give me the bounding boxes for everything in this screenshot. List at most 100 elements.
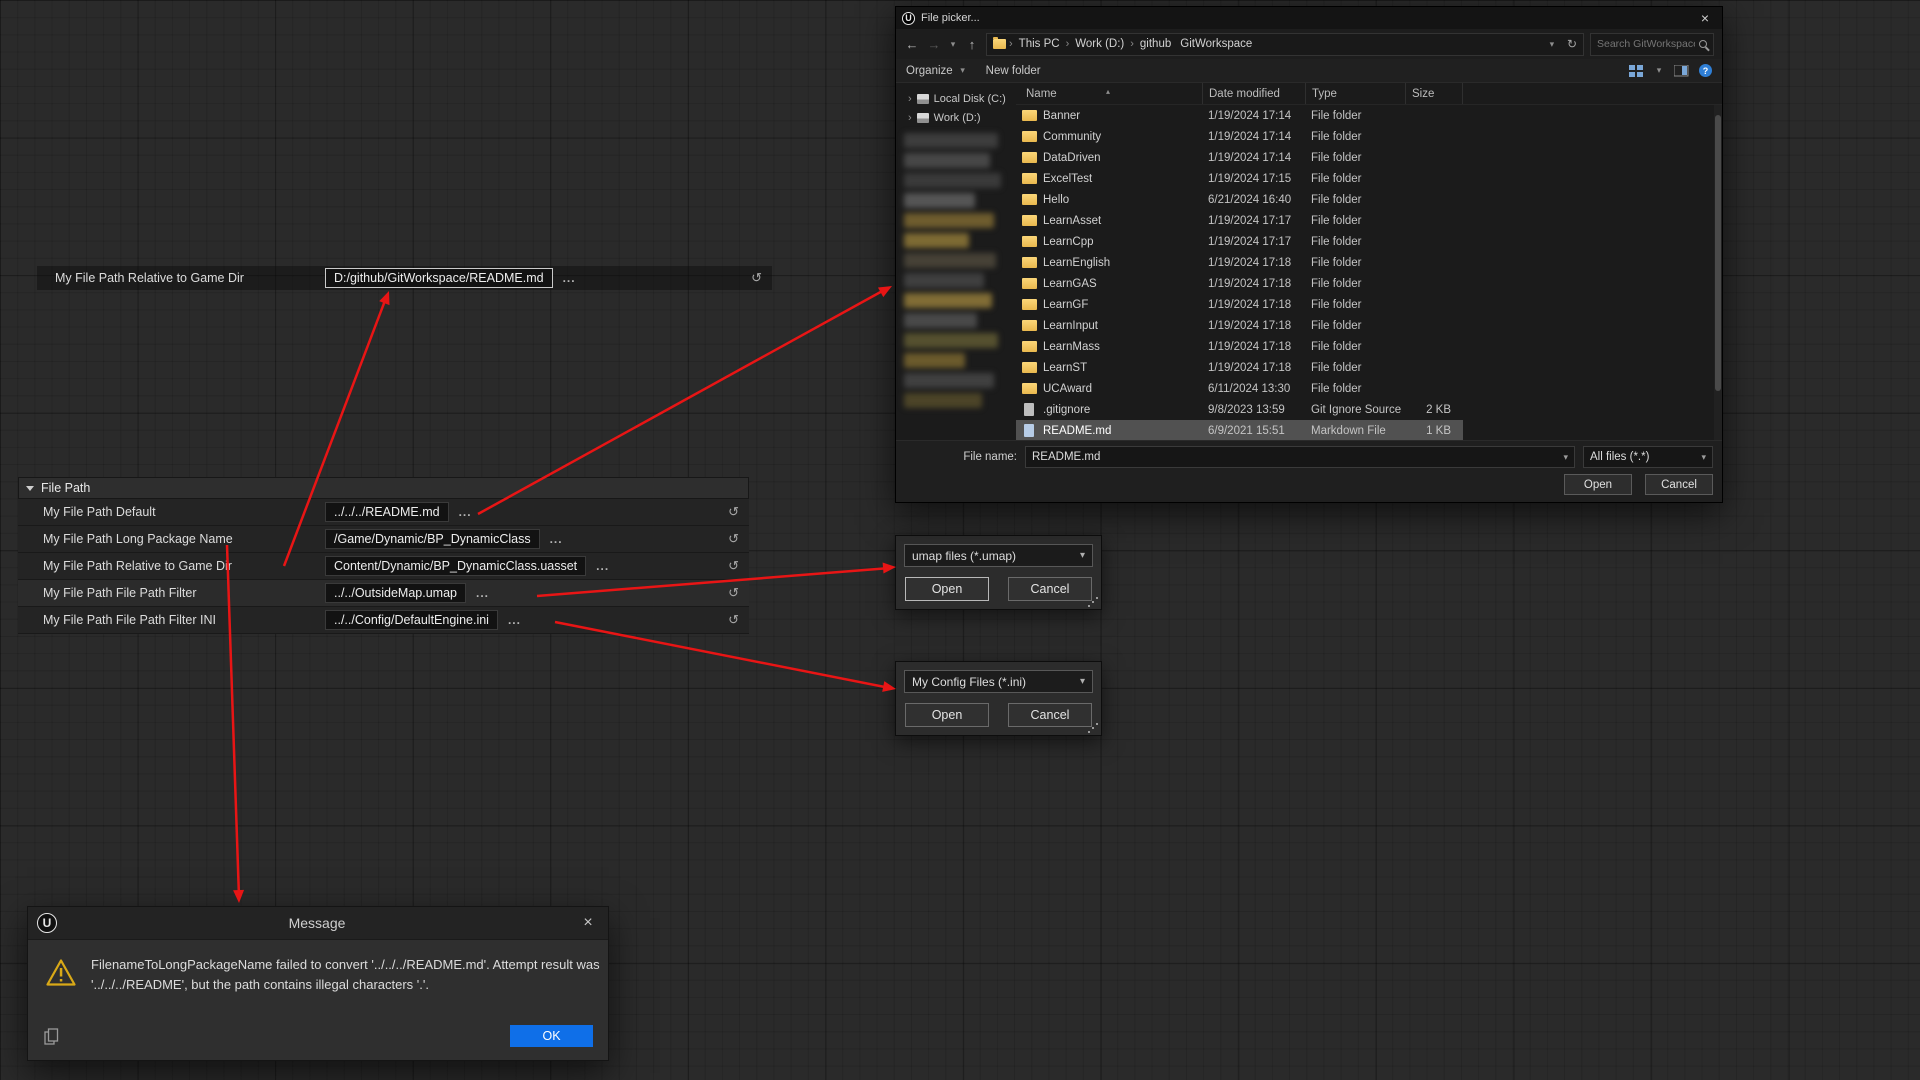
preview-pane-icon[interactable] xyxy=(1674,65,1689,77)
file-row[interactable]: LearnAsset 1/19/2024 17:17 File folder xyxy=(1016,210,1463,231)
breadcrumb-item[interactable]: › GitWorkspace xyxy=(1177,38,1255,50)
file-row[interactable]: LearnGF 1/19/2024 17:18 File folder xyxy=(1016,294,1463,315)
chevron-right-icon: › xyxy=(1130,38,1134,50)
browse-ellipsis-button[interactable]: ... xyxy=(596,559,609,573)
file-type-filter-select[interactable]: My Config Files (*.ini) ▾ xyxy=(904,670,1093,693)
file-row[interactable]: LearnEnglish 1/19/2024 17:18 File folder xyxy=(1016,252,1463,273)
column-header-name[interactable]: Name ▴ xyxy=(1016,88,1202,100)
browse-ellipsis-button[interactable]: ... xyxy=(508,613,521,627)
file-name: LearnCpp xyxy=(1043,236,1094,248)
close-icon[interactable]: × xyxy=(1694,7,1716,29)
file-name-cell: LearnGF xyxy=(1016,299,1202,311)
file-row[interactable]: LearnMass 1/19/2024 17:18 File folder xyxy=(1016,336,1463,357)
selected-filter-label: My Config Files (*.ini) xyxy=(912,675,1026,689)
copy-to-clipboard-icon[interactable] xyxy=(44,1028,59,1045)
property-row: My File Path File Path Filter ../../Outs… xyxy=(18,580,749,607)
browse-ellipsis-button[interactable]: ... xyxy=(476,586,489,600)
help-icon[interactable]: ? xyxy=(1699,64,1712,77)
property-value-input[interactable]: ../../OutsideMap.umap xyxy=(325,583,466,603)
file-row[interactable]: Banner 1/19/2024 17:14 File folder xyxy=(1016,105,1463,126)
type-cell: File folder xyxy=(1305,194,1405,206)
file-row[interactable]: .gitignore 9/8/2023 13:59 Git Ignore Sou… xyxy=(1016,399,1463,420)
search-box[interactable] xyxy=(1590,33,1714,56)
file-type-icon xyxy=(1022,215,1037,226)
property-value-input[interactable]: ../../../README.md xyxy=(325,502,449,522)
file-name-cell: LearnST xyxy=(1016,362,1202,374)
redacted-sidebar-items xyxy=(904,133,1006,408)
column-header-size[interactable]: Size xyxy=(1405,83,1463,104)
file-row[interactable]: LearnST 1/19/2024 17:18 File folder xyxy=(1016,357,1463,378)
open-button[interactable]: Open xyxy=(905,703,989,727)
type-cell: File folder xyxy=(1305,341,1405,353)
unreal-logo-icon: U xyxy=(37,913,57,933)
file-row[interactable]: LearnGAS 1/19/2024 17:18 File folder xyxy=(1016,273,1463,294)
resize-grip[interactable] xyxy=(1088,596,1099,607)
property-value-input[interactable]: /Game/Dynamic/BP_DynamicClass xyxy=(325,529,540,549)
property-value-input[interactable]: ../../Config/DefaultEngine.ini xyxy=(325,610,498,630)
forward-icon[interactable]: → xyxy=(926,37,942,52)
column-header-type[interactable]: Type xyxy=(1305,83,1405,104)
ok-button[interactable]: OK xyxy=(510,1025,593,1047)
reset-to-default-icon[interactable]: ↺ xyxy=(728,585,739,601)
file-row[interactable]: LearnCpp 1/19/2024 17:17 File folder xyxy=(1016,231,1463,252)
reset-to-default-icon[interactable]: ↺ xyxy=(728,612,739,628)
search-input[interactable] xyxy=(1597,38,1695,50)
history-dropdown-icon[interactable]: ▾ xyxy=(948,39,958,50)
file-type-filter-combobox[interactable]: All files (*.*) ▾ xyxy=(1583,446,1713,468)
category-header-file-path[interactable]: File Path xyxy=(18,477,749,499)
sidebar-item-work-d[interactable]: › Work (D:) xyxy=(896,108,1016,127)
new-folder-button[interactable]: New folder xyxy=(986,65,1041,77)
property-label: My File Path Long Package Name xyxy=(43,532,325,546)
browse-ellipsis-button[interactable]: ... xyxy=(563,271,576,285)
file-row[interactable]: Community 1/19/2024 17:14 File folder xyxy=(1016,126,1463,147)
reset-to-default-icon[interactable]: ↺ xyxy=(728,504,739,520)
address-dropdown-icon[interactable]: ▾ xyxy=(1547,39,1557,50)
file-row[interactable]: Hello 6/21/2024 16:40 File folder xyxy=(1016,189,1463,210)
close-icon[interactable]: × xyxy=(577,914,599,932)
reset-to-default-icon[interactable]: ↺ xyxy=(728,558,739,574)
date-modified-cell: 1/19/2024 17:17 xyxy=(1202,236,1305,248)
breadcrumb-item[interactable]: › Work (D:) xyxy=(1066,38,1128,50)
reset-to-default-icon[interactable]: ↺ xyxy=(751,270,762,286)
vertical-scrollbar[interactable] xyxy=(1714,105,1722,440)
browse-ellipsis-button[interactable]: ... xyxy=(459,505,472,519)
window-titlebar[interactable]: U File picker... × xyxy=(896,7,1722,29)
dialog-titlebar[interactable]: U Message × xyxy=(28,907,608,940)
organize-menu[interactable]: Organize ▾ xyxy=(906,65,968,77)
cancel-button[interactable]: Cancel xyxy=(1008,577,1092,601)
date-modified-cell: 6/9/2021 15:51 xyxy=(1202,425,1305,437)
file-name-cell: LearnAsset xyxy=(1016,215,1202,227)
scrollbar-thumb[interactable] xyxy=(1715,115,1721,391)
resize-grip[interactable] xyxy=(1088,722,1099,733)
file-type-filter-select[interactable]: umap files (*.umap) ▾ xyxy=(904,544,1093,567)
file-type-icon xyxy=(1022,341,1037,352)
property-value-input[interactable]: D:/github/GitWorkspace/README.md xyxy=(325,268,553,288)
file-row[interactable]: DataDriven 1/19/2024 17:14 File folder xyxy=(1016,147,1463,168)
view-dropdown-icon[interactable]: ▾ xyxy=(1654,65,1664,76)
refresh-icon[interactable]: ↻ xyxy=(1567,37,1577,51)
cancel-button[interactable]: Cancel xyxy=(1008,703,1092,727)
sidebar-item-local-disk-c[interactable]: › Local Disk (C:) xyxy=(896,89,1016,108)
property-value-input[interactable]: Content/Dynamic/BP_DynamicClass.uasset xyxy=(325,556,586,576)
file-row[interactable]: UCAward 6/11/2024 13:30 File folder xyxy=(1016,378,1463,399)
select-dropdown-icon: ▾ xyxy=(1080,676,1085,687)
breadcrumb-item[interactable]: › github xyxy=(1130,38,1174,50)
address-bar[interactable]: › This PC › Work (D:) › github › xyxy=(986,33,1584,56)
breadcrumb-label: github xyxy=(1137,38,1174,50)
message-text: FilenameToLongPackageName failed to conv… xyxy=(91,955,600,1022)
property-row: My File Path File Path Filter INI ../../… xyxy=(18,607,749,634)
file-row[interactable]: README.md 6/9/2021 15:51 Markdown File 1… xyxy=(1016,420,1463,440)
open-button[interactable]: Open xyxy=(905,577,989,601)
up-icon[interactable]: ↑ xyxy=(964,37,980,52)
cancel-button[interactable]: Cancel xyxy=(1645,474,1713,495)
file-row[interactable]: ExcelTest 1/19/2024 17:15 File folder xyxy=(1016,168,1463,189)
column-header-date-modified[interactable]: Date modified xyxy=(1202,83,1305,104)
file-name-combobox[interactable]: README.md ▾ xyxy=(1025,446,1575,468)
open-button[interactable]: Open xyxy=(1564,474,1632,495)
reset-to-default-icon[interactable]: ↺ xyxy=(728,531,739,547)
breadcrumb-item[interactable]: › This PC xyxy=(1009,38,1063,50)
back-icon[interactable]: ← xyxy=(904,37,920,52)
browse-ellipsis-button[interactable]: ... xyxy=(550,532,563,546)
change-view-icon[interactable] xyxy=(1629,65,1644,77)
file-row[interactable]: LearnInput 1/19/2024 17:18 File folder xyxy=(1016,315,1463,336)
